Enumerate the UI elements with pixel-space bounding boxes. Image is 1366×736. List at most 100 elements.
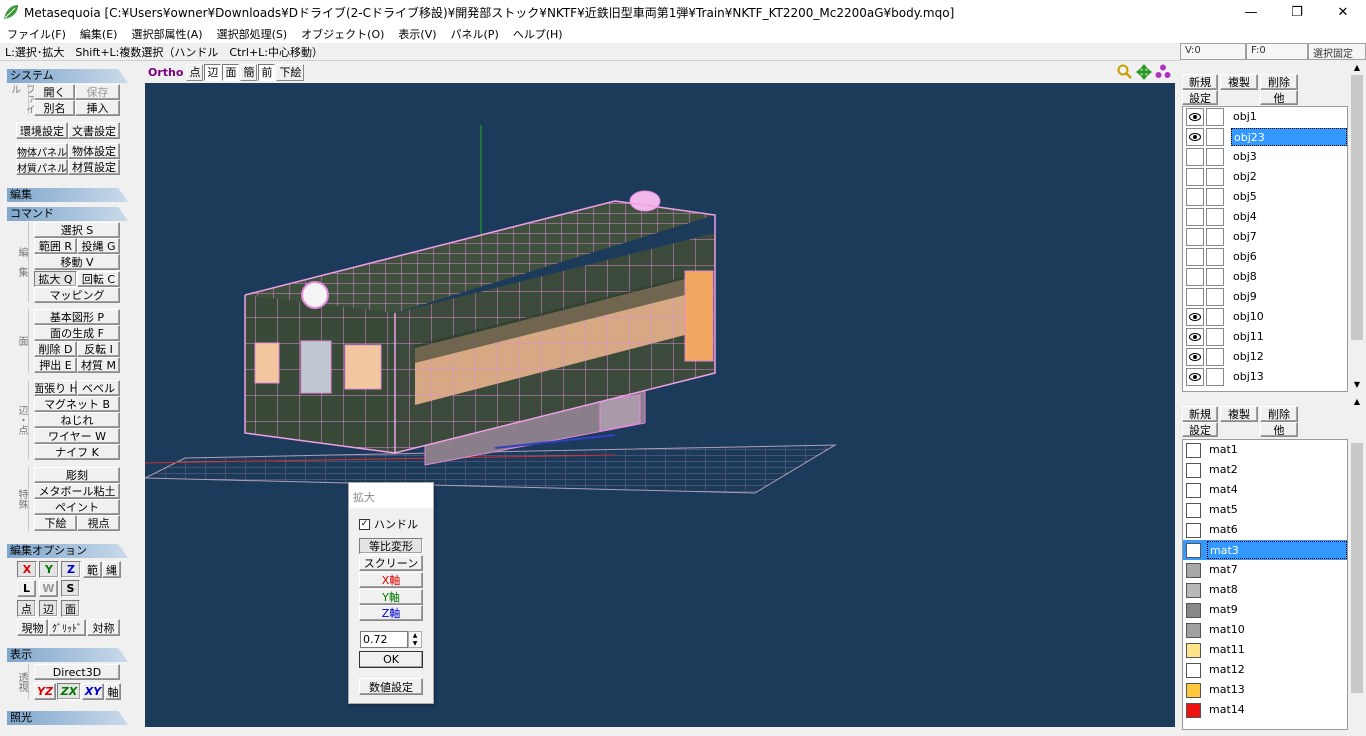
sculpt-tool-button[interactable]: 彫刻 [34, 467, 120, 483]
screen-scale-button[interactable]: スクリーン [359, 555, 423, 571]
view-simple-toggle[interactable]: 簡 [240, 63, 258, 81]
object-row[interactable]: obj9 [1183, 287, 1347, 307]
object-row[interactable]: obj3 [1183, 147, 1347, 167]
material-row[interactable]: mat11 [1183, 640, 1347, 660]
face-generate-button[interactable]: 面の生成 F [34, 325, 120, 341]
section-display[interactable]: 表示 [7, 648, 128, 662]
current-object-toggle[interactable]: 現物 [17, 619, 48, 636]
object-other-button[interactable]: 他 [1260, 90, 1298, 105]
object-row[interactable]: obj12 [1183, 347, 1347, 367]
menu-object[interactable]: オブジェクト(O) [294, 26, 391, 42]
close-button[interactable]: ✕ [1320, 0, 1366, 24]
hidden-toggle[interactable] [1186, 248, 1204, 266]
minimize-button[interactable]: — [1228, 0, 1274, 24]
material-new-button[interactable]: 新規 [1182, 406, 1218, 422]
lock-toggle[interactable] [1206, 128, 1224, 146]
open-button[interactable]: 開く [34, 84, 75, 100]
material-list-scrollbar[interactable]: ▲ [1349, 395, 1365, 730]
object-row[interactable]: obj8 [1183, 267, 1347, 287]
axis-y-toggle[interactable]: Y [39, 561, 59, 578]
view-edge-toggle[interactable]: 辺 [204, 63, 222, 81]
paint-tool-button[interactable]: ペイント [34, 499, 120, 515]
range-tool-button[interactable]: 範囲 R [34, 238, 77, 254]
lasso-tool-button[interactable]: 投縄 G [77, 238, 120, 254]
section-edit-options[interactable]: 編集オプション [7, 544, 128, 558]
eye-icon[interactable] [1186, 108, 1204, 126]
edge-toggle[interactable]: 辺 [39, 600, 58, 617]
yz-view-button[interactable]: YZ [34, 683, 56, 700]
lock-toggle[interactable] [1206, 108, 1224, 126]
menu-selection-proc[interactable]: 選択部処理(S) [210, 26, 295, 42]
select-tool-button[interactable]: 選択 S [34, 222, 120, 238]
knife-tool-button[interactable]: ナイフ K [34, 444, 120, 460]
x-axis-scale-button[interactable]: X軸 [359, 572, 423, 588]
handle-checkbox-row[interactable]: ✓ ハンドル [359, 516, 418, 532]
menu-edit[interactable]: 編集(E) [73, 26, 125, 42]
3d-viewport[interactable] [145, 83, 1175, 727]
object-row[interactable]: obj2 [1183, 167, 1347, 187]
hidden-toggle[interactable] [1186, 268, 1204, 286]
material-settings-button-right[interactable]: 設定 [1182, 422, 1218, 437]
scroll-up-arrow-icon[interactable]: ▲ [1349, 395, 1365, 409]
hidden-toggle[interactable] [1186, 148, 1204, 166]
underlay-tool-button[interactable]: 下絵 [34, 515, 77, 531]
material-row[interactable]: mat4 [1183, 480, 1347, 500]
object-row[interactable]: obj11 [1183, 327, 1347, 347]
scroll-up-arrow-icon[interactable]: ▲ [1349, 61, 1365, 75]
spinner-down-icon[interactable]: ▼ [409, 640, 421, 648]
material-row[interactable]: mat10 [1183, 620, 1347, 640]
eye-icon[interactable] [1186, 328, 1204, 346]
material-list[interactable]: mat1 mat2 mat4 mat5 mat6 mat3 mat7 mat8 mat9 mat1… [1182, 439, 1348, 730]
object-row[interactable]: obj5 [1183, 187, 1347, 207]
hidden-toggle[interactable] [1186, 228, 1204, 246]
menu-file[interactable]: ファイル(F) [0, 26, 73, 42]
selection-lock-button[interactable]: 選択固定 [1308, 43, 1366, 60]
scroll-down-arrow-icon[interactable]: ▼ [1349, 378, 1365, 392]
section-lighting[interactable]: 照光 [7, 711, 128, 725]
object-list-scrollbar[interactable]: ▲ ▼ [1349, 61, 1365, 392]
object-panel-button[interactable]: 物体パネル [16, 143, 68, 159]
scale-tool-button[interactable]: 拡大 Q [34, 271, 77, 287]
section-system[interactable]: システム [7, 69, 128, 83]
object-row[interactable]: obj6 [1183, 247, 1347, 267]
object-row[interactable]: obj7 [1183, 227, 1347, 247]
axis-z-toggle[interactable]: Z [61, 561, 81, 578]
object-new-button[interactable]: 新規 [1182, 74, 1218, 90]
object-list[interactable]: obj1 obj23 obj3 obj2 obj5 obj4 obj7 obj6 obj8 obj… [1182, 106, 1348, 392]
vertex-toggle[interactable]: 点 [17, 600, 36, 617]
range-option-toggle[interactable]: 範 [83, 561, 102, 578]
object-row[interactable]: obj23 [1183, 127, 1347, 147]
material-tool-button[interactable]: 材質 M [77, 357, 120, 373]
primitive-tool-button[interactable]: 基本図形 P [34, 309, 120, 325]
lock-toggle[interactable] [1206, 268, 1224, 286]
material-row[interactable]: mat1 [1183, 440, 1347, 460]
material-row[interactable]: mat14 [1183, 700, 1347, 720]
view-face-toggle[interactable]: 面 [222, 63, 240, 81]
lock-toggle[interactable] [1206, 328, 1224, 346]
menu-help[interactable]: ヘルプ(H) [506, 26, 570, 42]
lock-toggle[interactable] [1206, 208, 1224, 226]
axis-display-button[interactable]: 軸 [105, 683, 121, 700]
insert-button[interactable]: 挿入 [75, 100, 120, 116]
lock-toggle[interactable] [1206, 308, 1224, 326]
material-row[interactable]: mat5 [1183, 500, 1347, 520]
eye-icon[interactable] [1186, 348, 1204, 366]
local-toggle[interactable]: L [17, 580, 36, 597]
uniform-scale-button[interactable]: 等比変形 [359, 538, 423, 554]
ortho-label[interactable]: Ortho [148, 66, 183, 79]
hidden-toggle[interactable] [1186, 168, 1204, 186]
handle-checkbox[interactable]: ✓ [359, 518, 370, 530]
world-toggle[interactable]: W [39, 580, 58, 597]
material-delete-button[interactable]: 削除 [1260, 406, 1298, 422]
save-button[interactable]: 保存 [75, 84, 120, 100]
scale-value-input[interactable] [360, 631, 408, 648]
material-row[interactable]: mat12 [1183, 660, 1347, 680]
object-row[interactable]: obj13 [1183, 367, 1347, 387]
material-row[interactable]: mat8 [1183, 580, 1347, 600]
hidden-toggle[interactable] [1186, 288, 1204, 306]
view-underlay-toggle[interactable]: 下絵 [276, 63, 305, 81]
material-copy-button[interactable]: 複製 [1220, 406, 1258, 422]
delete-tool-button[interactable]: 削除 D [34, 341, 77, 357]
view-tool-button[interactable]: 視点 [77, 515, 120, 531]
y-axis-scale-button[interactable]: Y軸 [359, 589, 423, 605]
